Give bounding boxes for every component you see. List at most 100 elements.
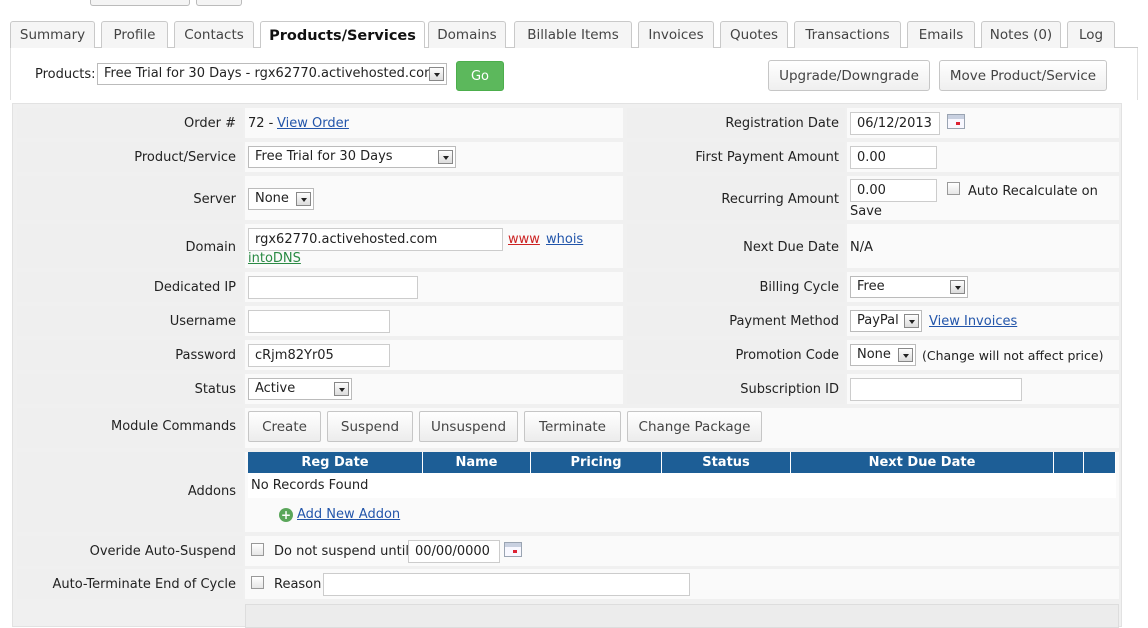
order-number: 72 - xyxy=(248,116,274,131)
chevron-down-icon xyxy=(898,348,913,362)
password-input[interactable]: cRjm82Yr05 xyxy=(248,344,390,367)
tab-contacts[interactable]: Contacts xyxy=(174,21,254,48)
terminate-button[interactable]: Terminate xyxy=(524,411,621,442)
registration-date-label: Registration Date xyxy=(725,116,839,131)
calendar-icon[interactable] xyxy=(504,542,522,557)
billing-cycle-select[interactable]: Free xyxy=(850,276,968,298)
tab-profile[interactable]: Profile xyxy=(101,21,168,48)
suspend-until-date-input[interactable]: 00/00/0000 xyxy=(408,540,500,563)
module-commands-label: Module Commands xyxy=(111,419,236,434)
recurring-amount-input[interactable]: 0.00 xyxy=(850,179,937,202)
promotion-note: (Change will not affect price) xyxy=(922,348,1104,363)
tab-log[interactable]: Log xyxy=(1067,21,1115,48)
tab-quotes[interactable]: Quotes xyxy=(720,21,788,48)
chevron-down-icon xyxy=(438,150,453,164)
col-name[interactable]: Name xyxy=(423,452,531,473)
billing-cycle-value: Free xyxy=(857,279,885,294)
override-suspend-label: Overide Auto-Suspend xyxy=(89,544,236,559)
unsuspend-button[interactable]: Unsuspend xyxy=(419,411,518,442)
server-label: Server xyxy=(193,192,236,207)
override-suspend-checkbox[interactable] xyxy=(251,543,264,556)
calendar-icon[interactable] xyxy=(947,114,965,129)
www-link[interactable]: www xyxy=(508,232,540,247)
addons-table-header: Reg Date Name Pricing Status Next Due Da… xyxy=(248,452,1116,473)
cropped-button[interactable] xyxy=(196,0,242,6)
tab-billable-items[interactable]: Billable Items xyxy=(514,21,632,48)
promotion-code-label: Promotion Code xyxy=(735,348,839,363)
suspend-button[interactable]: Suspend xyxy=(327,411,413,442)
auto-recalculate-label: Auto Recalculate on xyxy=(968,184,1098,199)
products-label: Products: xyxy=(35,67,96,82)
server-select[interactable]: None xyxy=(248,188,314,210)
override-suspend-text: Do not suspend until xyxy=(274,544,409,559)
chevron-down-icon xyxy=(950,280,965,294)
module-commands-group: Create Suspend Unsuspend Terminate Chang… xyxy=(248,411,808,442)
chevron-down-icon xyxy=(429,67,444,81)
create-button[interactable]: Create xyxy=(248,411,321,442)
server-value: None xyxy=(255,191,289,206)
tab-bar: Summary Profile Contacts Products/Servic… xyxy=(10,21,1138,49)
move-product-button[interactable]: Move Product/Service xyxy=(939,60,1107,91)
chevron-down-icon xyxy=(296,192,311,206)
subscription-id-label: Subscription ID xyxy=(740,382,839,397)
registration-date-input[interactable]: 06/12/2013 xyxy=(850,112,940,135)
dedicated-ip-input[interactable] xyxy=(248,276,418,299)
service-details-form: Order # Product/Service Server Domain De… xyxy=(12,103,1122,628)
col-edit xyxy=(1054,452,1084,473)
view-order-link[interactable]: View Order xyxy=(277,116,349,131)
product-bar: Products: Free Trial for 30 Days - rgx62… xyxy=(10,48,1138,100)
auto-recalculate-checkbox[interactable] xyxy=(947,182,960,195)
cropped-control[interactable] xyxy=(90,0,190,6)
chevron-down-icon xyxy=(904,314,919,328)
first-payment-label: First Payment Amount xyxy=(695,150,839,165)
auto-recalculate-label-2: Save xyxy=(850,204,882,219)
username-label: Username xyxy=(169,314,236,329)
col-next-due-date[interactable]: Next Due Date xyxy=(791,452,1054,473)
domain-input[interactable]: rgx62770.activehosted.com xyxy=(248,228,503,251)
col-reg-date[interactable]: Reg Date xyxy=(248,452,423,473)
tab-emails[interactable]: Emails xyxy=(907,21,975,48)
no-records-text: No Records Found xyxy=(251,478,369,493)
product-select[interactable]: Free Trial for 30 Days - rgx62770.active… xyxy=(97,63,447,85)
billing-cycle-label: Billing Cycle xyxy=(759,280,839,295)
change-package-button[interactable]: Change Package xyxy=(627,411,762,442)
status-label: Status xyxy=(194,382,236,397)
upgrade-downgrade-button[interactable]: Upgrade/Downgrade xyxy=(768,60,930,91)
tab-transactions[interactable]: Transactions xyxy=(794,21,901,48)
domain-label: Domain xyxy=(185,240,236,255)
payment-method-select[interactable]: PayPal xyxy=(850,310,922,332)
go-button[interactable]: Go xyxy=(456,61,504,91)
col-pricing[interactable]: Pricing xyxy=(531,452,662,473)
next-due-date-value: N/A xyxy=(850,240,873,255)
subscription-id-input[interactable] xyxy=(850,378,1022,401)
promotion-code-select[interactable]: None xyxy=(850,344,916,366)
intodns-link[interactable]: intoDNS xyxy=(248,251,301,266)
product-service-value: Free Trial for 30 Days xyxy=(255,149,393,164)
product-service-select[interactable]: Free Trial for 30 Days xyxy=(248,146,456,168)
payment-method-label: Payment Method xyxy=(729,314,839,329)
addons-table-body: No Records Found xyxy=(248,473,1116,498)
first-payment-input[interactable]: 0.00 xyxy=(850,146,937,169)
username-input[interactable] xyxy=(248,310,390,333)
addons-label: Addons xyxy=(187,484,236,499)
top-strip xyxy=(0,0,1148,10)
status-select[interactable]: Active xyxy=(248,378,352,400)
recurring-amount-label: Recurring Amount xyxy=(721,192,839,207)
tab-invoices[interactable]: Invoices xyxy=(638,21,714,48)
tab-domains[interactable]: Domains xyxy=(428,21,506,48)
auto-terminate-reason-label: Reason xyxy=(274,577,322,592)
product-select-value: Free Trial for 30 Days - rgx62770.active… xyxy=(104,66,437,81)
whois-link[interactable]: whois xyxy=(546,232,583,247)
auto-terminate-checkbox[interactable] xyxy=(251,576,264,589)
col-status[interactable]: Status xyxy=(662,452,791,473)
tab-notes[interactable]: Notes (0) xyxy=(981,21,1061,48)
add-new-addon-link[interactable]: Add New Addon xyxy=(297,507,400,522)
password-label: Password xyxy=(175,348,236,363)
view-invoices-link[interactable]: View Invoices xyxy=(929,314,1017,329)
promotion-code-value: None xyxy=(857,347,891,362)
tab-products-services[interactable]: Products/Services xyxy=(260,21,425,49)
add-icon: + xyxy=(279,508,293,522)
tab-summary[interactable]: Summary xyxy=(10,21,95,48)
status-value: Active xyxy=(255,381,296,396)
terminate-reason-input[interactable] xyxy=(323,573,690,596)
